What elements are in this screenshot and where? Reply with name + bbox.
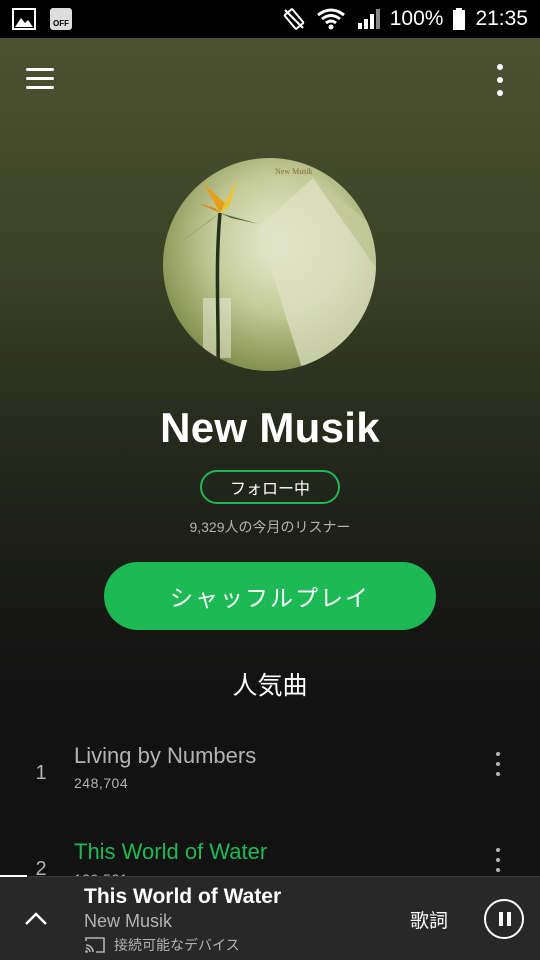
track-title: This World of Water bbox=[74, 839, 268, 864]
lyrics-button[interactable]: 歌詞 bbox=[410, 906, 448, 933]
menu-icon[interactable] bbox=[26, 68, 58, 92]
more-options-icon[interactable] bbox=[486, 62, 514, 98]
playback-progress bbox=[0, 875, 27, 877]
track-number: 1 bbox=[35, 762, 47, 784]
svg-text:New Musik: New Musik bbox=[275, 167, 313, 176]
artist-name: New Musik bbox=[160, 404, 380, 451]
following-button[interactable]: フォロー中 bbox=[200, 470, 340, 504]
top-bar bbox=[0, 38, 540, 122]
shuffle-play-button[interactable]: シャッフルプレイ bbox=[104, 562, 436, 630]
pause-icon[interactable] bbox=[484, 899, 524, 939]
chevron-up-icon[interactable] bbox=[20, 903, 52, 935]
now-playing-artist: New Musik bbox=[84, 911, 173, 931]
monthly-listeners: 9,329人の今月のリスナー bbox=[189, 519, 351, 535]
cast-icon bbox=[85, 937, 105, 953]
status-bar: OFF 100% 21:35 bbox=[0, 0, 540, 38]
devices-available-link[interactable]: 接続可能なデバイス bbox=[84, 935, 240, 955]
battery-percent: 100% bbox=[389, 7, 444, 30]
now-playing-bar[interactable]: This World of Water New Musik 接続可能なデバイス … bbox=[0, 875, 540, 960]
track-row[interactable]: 1 Living by Numbers 248,704 bbox=[0, 738, 540, 818]
now-playing-title: This World of Water bbox=[84, 885, 282, 908]
track-options-icon[interactable] bbox=[486, 844, 510, 880]
track-title: Living by Numbers bbox=[74, 743, 257, 768]
clock: 21:35 bbox=[475, 7, 528, 30]
rotate-icon bbox=[282, 7, 306, 31]
data-saver-off-icon: OFF bbox=[50, 8, 72, 30]
artist-image: New Musik bbox=[163, 158, 376, 371]
track-plays: 248,704 bbox=[74, 775, 129, 791]
track-options-icon[interactable] bbox=[486, 748, 510, 784]
battery-icon bbox=[453, 8, 466, 30]
wifi-icon bbox=[316, 8, 346, 30]
popular-songs-heading: 人気曲 bbox=[232, 672, 308, 700]
signal-icon bbox=[356, 8, 380, 30]
devices-available-label: 接続可能なデバイス bbox=[114, 937, 240, 953]
gallery-icon bbox=[12, 8, 36, 30]
